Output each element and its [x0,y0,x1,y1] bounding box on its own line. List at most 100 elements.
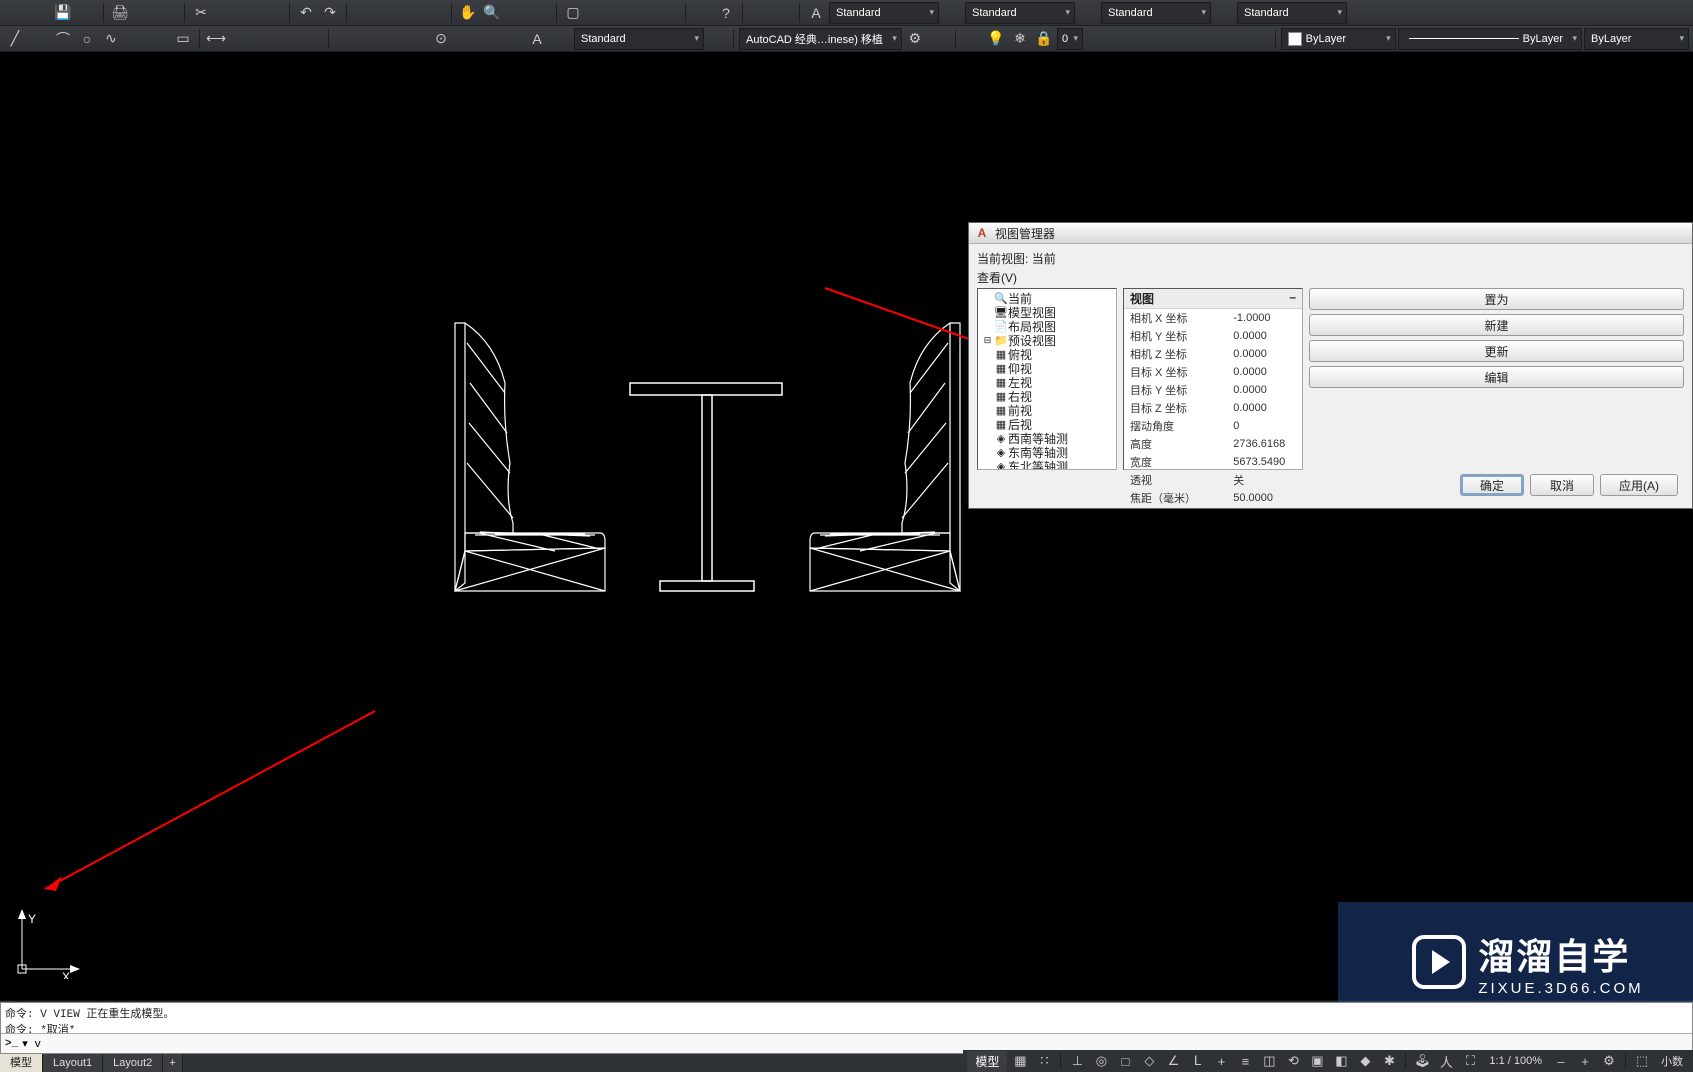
dim-jogged-icon[interactable] [478,28,500,50]
file-new-icon[interactable] [4,2,26,24]
layer-iso-icon[interactable] [1224,28,1246,50]
ok-button[interactable]: 确定 [1460,474,1524,496]
gizmo-icon[interactable]: ◆ [1354,1051,1376,1071]
dialog-titlebar[interactable]: A 视图管理器 [969,223,1692,244]
workspace-dropdown[interactable]: AutoCAD 经典…inese) 移植 [739,28,902,50]
view-tree[interactable]: 🔍当前 🖥模型视图 📄布局视图⊟📁预设视图▦俯视▦仰视▦左视▦右视▦前视▦后视◈… [977,288,1117,470]
3dosnap-icon[interactable]: ◇ [1138,1051,1160,1071]
dim-inspect-icon[interactable] [454,28,476,50]
tree-node[interactable]: ⊟📁预设视图 [980,333,1114,347]
nav-cube-icon[interactable]: ⬚ [1631,1051,1653,1071]
copy-icon[interactable] [214,2,236,24]
tree-node[interactable]: ▦俯视 [980,347,1114,361]
text-style-icon[interactable]: A [805,2,827,24]
prop-row[interactable]: 焦距（毫米）50.0000 [1124,489,1302,507]
ducs-icon[interactable]: ᒪ [1186,1051,1208,1071]
status-units[interactable]: 小数 [1655,1053,1689,1069]
print-preview-icon[interactable] [133,2,155,24]
settings-status-icon[interactable]: ⚙ [1598,1051,1620,1071]
collapse-icon[interactable]: – [1289,290,1296,307]
dialog-side-button[interactable]: 更新 [1309,340,1684,362]
polar-icon[interactable]: ◎ [1090,1051,1112,1071]
tab-model[interactable]: 模型 [0,1054,43,1072]
layer-off-icon[interactable]: 💡 [985,28,1007,50]
dim-tolerance-icon[interactable] [406,28,428,50]
quick-dim-icon[interactable] [334,28,356,50]
drawing-viewport[interactable]: Y X ◂ ▸ [0,52,1693,1014]
dim-style-dropdown[interactable]: Standard [965,2,1075,24]
prop-row[interactable]: 目标 X 坐标0.0000 [1124,363,1302,381]
dim-linear-icon[interactable]: ⟷ [205,28,227,50]
dialog-side-button[interactable]: 编辑 [1309,366,1684,388]
tree-node[interactable]: ▦左视 [980,375,1114,389]
qp-icon[interactable]: ▣ [1306,1051,1328,1071]
mleader-style-icon[interactable] [1213,2,1235,24]
prop-row[interactable]: 透视关 [1124,471,1302,489]
tree-node[interactable]: ◈东北等轴测 [980,459,1114,470]
file-open-icon[interactable] [28,2,50,24]
prop-row[interactable]: 相机 Z 坐标0.0000 [1124,345,1302,363]
toolbox-icon[interactable] [928,28,950,50]
prop-row[interactable]: 相机 Y 坐标0.0000 [1124,327,1302,345]
prop-row[interactable]: 目标 Z 坐标0.0000 [1124,399,1302,417]
customize-icon[interactable] [424,2,446,24]
status-scale[interactable]: 1:1 / 100% [1483,1055,1548,1067]
layer-state-dropdown[interactable]: 0 [1057,28,1083,50]
status-model-label[interactable]: 模型 [967,1051,1007,1072]
design-center-icon[interactable] [772,2,794,24]
dim-angular-icon[interactable] [253,28,275,50]
help-icon[interactable]: ? [715,2,737,24]
dim-aligned-icon[interactable] [229,28,251,50]
mleader-style-dropdown[interactable]: Standard [1237,2,1347,24]
layer-lock-icon[interactable]: 🔒 [1033,28,1055,50]
zoom-icon[interactable]: 🔍 [481,2,503,24]
anno-scale-icon[interactable]: 人 [1435,1051,1457,1071]
file-save-icon[interactable]: 💾 [52,2,74,24]
dim-radius-icon[interactable] [301,28,323,50]
dim-center-icon[interactable]: ⊙ [430,28,452,50]
dialog-side-button[interactable]: 置为 [1309,288,1684,310]
layer-color-dropdown[interactable]: ByLayer [1281,28,1396,50]
ellipse-icon[interactable] [124,28,146,50]
prop-row[interactable]: 目标 Y 坐标0.0000 [1124,381,1302,399]
tree-node[interactable]: ▦右视 [980,389,1114,403]
dyn-icon[interactable]: + [1210,1051,1232,1071]
arc-icon[interactable]: ⌒ [52,28,74,50]
properties-icon[interactable] [691,2,713,24]
print-icon[interactable]: 🖨 [109,2,131,24]
layer-icon[interactable] [961,28,983,50]
polyline-icon[interactable] [28,28,50,50]
dim-baseline-icon[interactable] [358,28,380,50]
command-input[interactable] [22,1038,1692,1050]
dim-tedit-icon[interactable]: A [526,28,548,50]
redo-icon[interactable]: ↷ [319,2,341,24]
table-style-dropdown[interactable]: Standard [1101,2,1211,24]
paste-icon[interactable] [238,2,260,24]
vport-3-icon[interactable] [610,2,632,24]
expander-icon[interactable]: ⊟ [982,335,993,346]
dim-continue-icon[interactable] [382,28,404,50]
share-icon[interactable] [400,2,422,24]
publish-icon[interactable] [157,2,179,24]
block-icon[interactable] [748,2,770,24]
vport-4-icon[interactable] [634,2,656,24]
zoom-window-icon[interactable] [529,2,551,24]
line-icon[interactable]: ╱ [4,28,26,50]
tab-layout2[interactable]: Layout2 [103,1054,163,1072]
dim-style-icon[interactable] [941,2,963,24]
sel-cycle-icon[interactable]: ⟲ [1282,1051,1304,1071]
dim-edit-icon[interactable] [502,28,524,50]
save-as-icon[interactable] [76,2,98,24]
cancel-button[interactable]: 取消 [1530,474,1594,496]
pan-icon[interactable]: ✋ [457,2,479,24]
annomon-icon[interactable]: ✱ [1378,1051,1400,1071]
cut-icon[interactable]: ✂ [190,2,212,24]
vport-join-icon[interactable] [658,2,680,24]
dim-arc-icon[interactable] [277,28,299,50]
vport-2-icon[interactable] [586,2,608,24]
table-style-icon[interactable] [1077,2,1099,24]
lineweight-dropdown[interactable]: ByLayer [1398,28,1582,50]
match-prop-icon[interactable] [262,2,284,24]
cloud-icon[interactable] [376,2,398,24]
workspace-status-icon[interactable]: 🕹 [1411,1051,1433,1071]
